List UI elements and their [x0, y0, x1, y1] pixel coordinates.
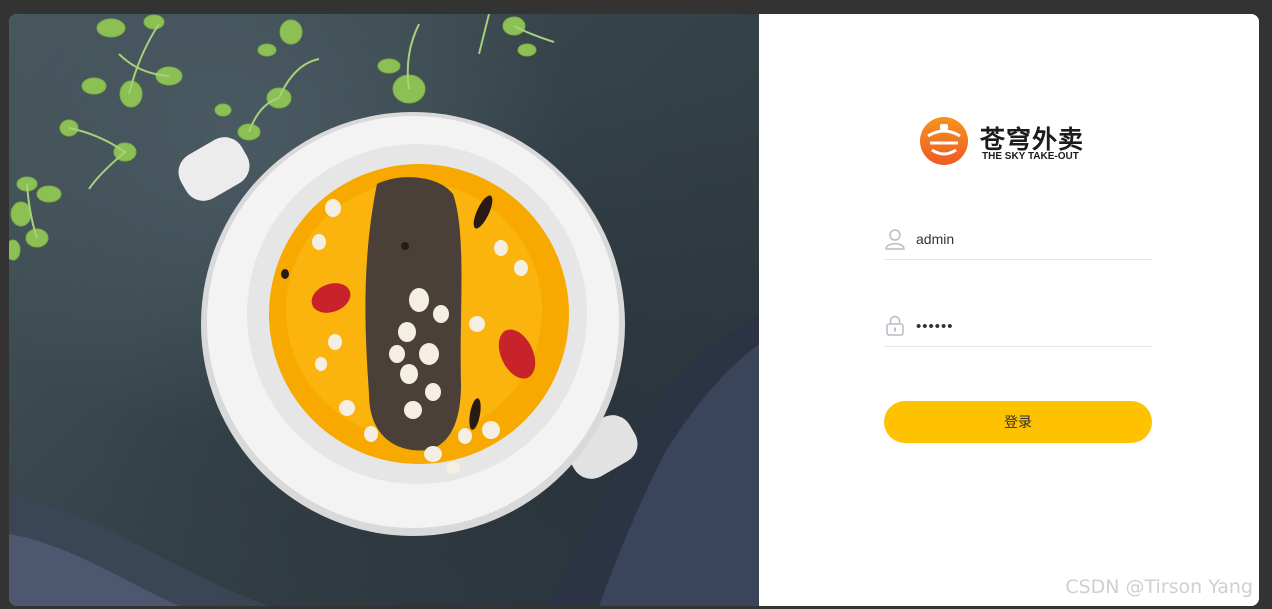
password-field — [884, 310, 1152, 347]
login-panel: 苍穹外卖 THE SKY TAKE-OUT 登录 CSDN @Tirson Ya… — [759, 14, 1259, 606]
brand-name-english: THE SKY TAKE-OUT — [982, 151, 1079, 162]
food-illustration — [9, 14, 759, 606]
brand-logo: 苍穹外卖 THE SKY TAKE-OUT — [916, 116, 1106, 166]
csdn-watermark: CSDN @Tirson Yang — [1065, 576, 1253, 598]
hero-food-photo — [9, 14, 759, 606]
username-field — [884, 223, 1152, 260]
password-input[interactable] — [916, 314, 1146, 338]
login-window: 苍穹外卖 THE SKY TAKE-OUT 登录 CSDN @Tirson Ya… — [9, 14, 1259, 606]
sky-takeout-logo-icon — [920, 117, 968, 165]
login-button[interactable]: 登录 — [884, 401, 1152, 443]
lock-icon — [886, 315, 904, 336]
user-icon — [885, 229, 905, 250]
username-input[interactable] — [916, 227, 1146, 251]
